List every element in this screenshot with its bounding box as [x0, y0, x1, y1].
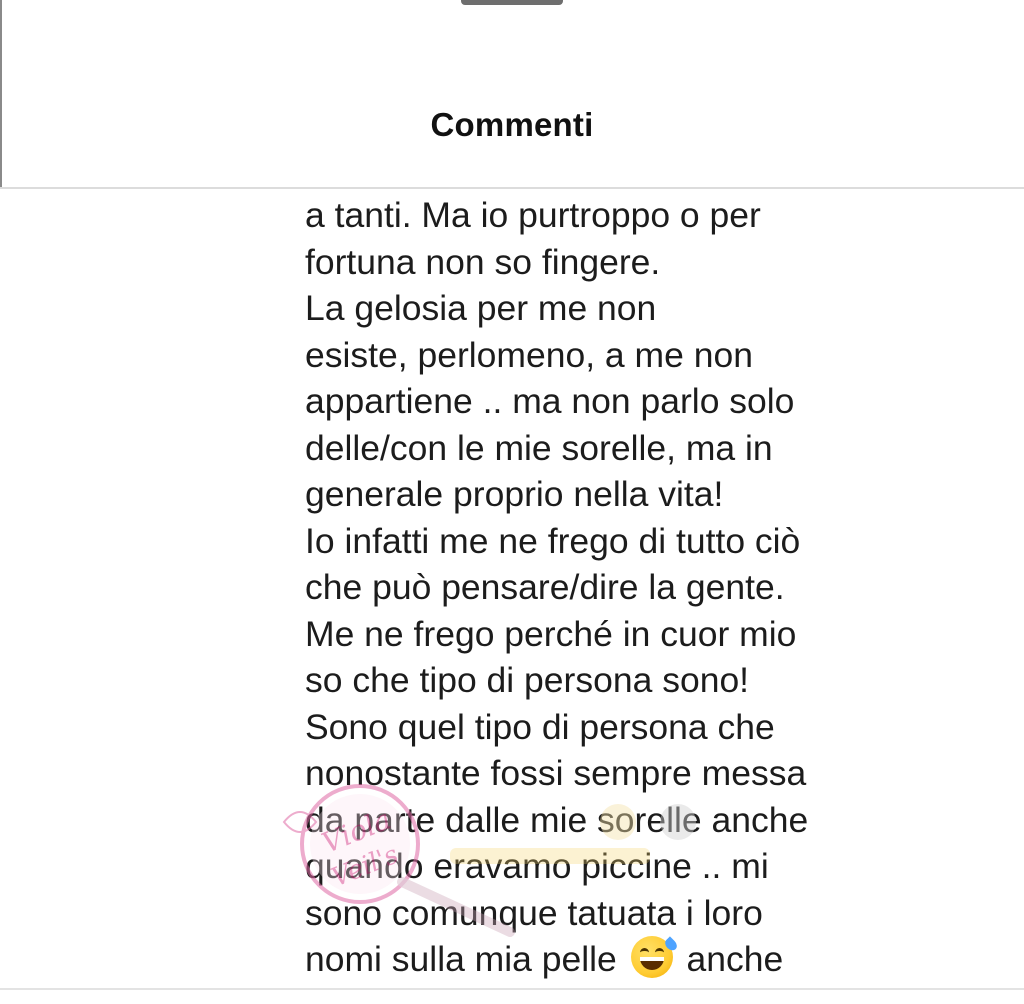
- bottom-divider: [0, 988, 1024, 990]
- comment-line-last: nomi sulla mia pelle anche: [305, 936, 905, 983]
- comment-line: che può pensare/dire la gente.: [305, 567, 785, 607]
- comment-line: La gelosia per me non: [305, 288, 657, 328]
- comment-line: Sono quel tipo di persona che: [305, 706, 775, 747]
- comment-line: so che tipo di persona sono!: [305, 660, 750, 700]
- comment-line: nonostante fossi sempre messa: [305, 753, 807, 793]
- comment-line: generale proprio nella vita!: [305, 474, 724, 514]
- comment-line: a tanti. Ma io purtroppo o per: [305, 195, 761, 235]
- header-divider: [0, 187, 1024, 189]
- comment-line: Me ne frego perché in cuor mio: [305, 613, 797, 654]
- comment-line-text: anche: [686, 939, 784, 979]
- comment-line-text: nomi sulla mia pelle: [305, 939, 617, 979]
- grinning-face-with-sweat-icon: [630, 936, 679, 978]
- comment-line: da parte dalle mie sorelle anche: [305, 799, 809, 840]
- comment-line: appartiene .. ma non parlo solo: [305, 381, 795, 421]
- comment-line: delle/con le mie sorelle, ma in: [305, 427, 773, 468]
- comment-line: quando eravamo piccine .. mi: [305, 846, 769, 886]
- comment-line: esiste, perlomeno, a me non: [305, 334, 753, 375]
- comment-line: sono comunque tatuata i loro: [305, 892, 763, 933]
- comment-line: fortuna non so fingere.: [305, 241, 661, 282]
- comment-line: Io infatti me ne frego di tutto ciò: [305, 520, 801, 561]
- sheet-drag-handle[interactable]: [461, 0, 563, 5]
- comment-text: a tanti. Ma io purtroppo o per fortuna n…: [305, 192, 905, 983]
- page-title: Commenti: [430, 106, 594, 143]
- frame-left-edge: [0, 0, 2, 188]
